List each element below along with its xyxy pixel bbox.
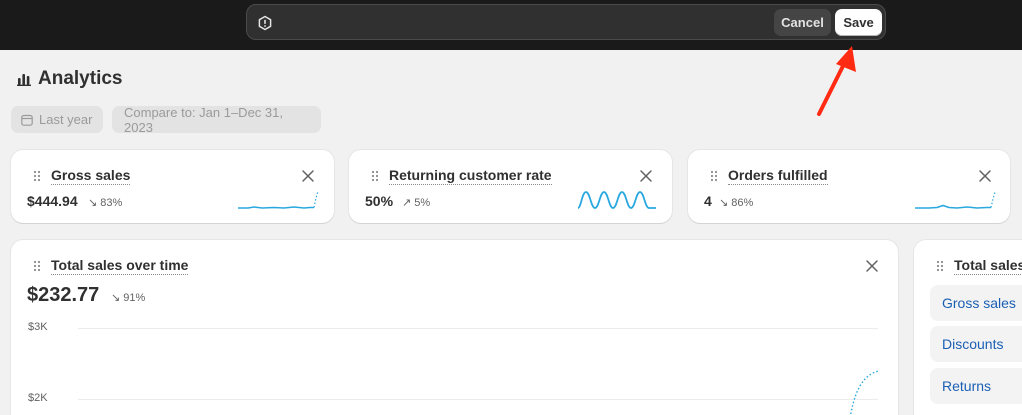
card-title[interactable]: Total sales over time: [51, 257, 189, 275]
breakdown-item-label: Gross sales: [942, 295, 1016, 311]
page-title: Analytics: [17, 68, 122, 90]
main-chart-value: $232.77: [27, 284, 100, 306]
metric-card-returning-customer-rate: Returning customer rate 50% ↗ 5%: [349, 150, 672, 223]
close-icon[interactable]: [639, 169, 653, 183]
drag-handle-icon[interactable]: [936, 260, 944, 272]
analytics-bar-icon: [17, 74, 31, 86]
breakdown-item-label: Discounts: [942, 336, 1004, 352]
cancel-button[interactable]: Cancel: [774, 9, 831, 36]
card-title[interactable]: Returning customer rate: [389, 167, 552, 185]
total-sales-breakdown-card: Total sales Gross sales Discounts Return…: [914, 240, 1022, 415]
card-value: 50%: [365, 193, 394, 209]
card-delta-value: 83%: [100, 197, 123, 209]
warning-icon: [258, 15, 272, 31]
card-delta: ↗ 5%: [402, 196, 430, 209]
compare-button[interactable]: Compare to: Jan 1–Dec 31, 2023: [112, 104, 321, 135]
close-icon[interactable]: [978, 169, 992, 183]
card-delta: ↘ 83%: [88, 196, 122, 209]
breakdown-item-label: Returns: [942, 378, 992, 394]
card-delta-value: 86%: [731, 197, 754, 209]
chart-series-line: [849, 370, 880, 415]
card-value: 4: [704, 193, 712, 209]
breakdown-item-gross-sales[interactable]: Gross sales: [930, 285, 1022, 321]
save-button[interactable]: Save: [835, 9, 882, 36]
date-range-label: Last year: [39, 112, 93, 127]
card-value: $444.94: [27, 193, 78, 209]
card-title[interactable]: Total sales: [954, 257, 1022, 275]
date-range-button[interactable]: Last year: [11, 106, 103, 133]
breakdown-item-discounts[interactable]: Discounts: [930, 326, 1022, 362]
drag-handle-icon[interactable]: [33, 170, 41, 182]
main-chart-delta-value: 91%: [123, 292, 146, 304]
metric-card-orders-fulfilled: Orders fulfilled 4 ↘ 86%: [688, 150, 1010, 223]
trend-down-icon: ↘: [111, 292, 121, 304]
close-icon[interactable]: [865, 259, 879, 273]
annotation-arrow-icon: [817, 46, 856, 116]
drag-handle-icon[interactable]: [371, 170, 379, 182]
main-chart-delta: ↘ 91%: [111, 291, 145, 304]
metric-card-gross-sales: Gross sales $444.94 ↘ 83%: [11, 150, 334, 223]
trend-up-icon: ↗: [402, 197, 412, 209]
breakdown-item-returns[interactable]: Returns: [930, 368, 1022, 404]
y-axis-tick-label: $3K: [28, 321, 48, 333]
sparkline-chart: [577, 191, 656, 209]
card-delta: ↘ 86%: [719, 196, 753, 209]
trend-down-icon: ↘: [719, 197, 729, 209]
gridline: [78, 328, 878, 329]
drag-handle-icon[interactable]: [33, 260, 41, 272]
trend-down-icon: ↘: [88, 197, 98, 209]
y-axis-tick-label: $2K: [28, 392, 48, 404]
compare-label: Compare to: Jan 1–Dec 31, 2023: [124, 104, 283, 135]
drag-handle-icon[interactable]: [710, 170, 718, 182]
close-icon[interactable]: [301, 169, 315, 183]
card-delta-value: 5%: [414, 197, 431, 209]
page-title-text: Analytics: [38, 68, 123, 89]
calendar-icon: [21, 114, 33, 126]
sparkline-chart: [238, 190, 319, 209]
contextual-save-bar: Cancel Save: [246, 4, 886, 40]
sparkline-chart: [915, 191, 996, 209]
gridline: [78, 399, 878, 400]
card-title[interactable]: Orders fulfilled: [728, 167, 828, 185]
card-title[interactable]: Gross sales: [51, 167, 131, 185]
total-sales-over-time-card: Total sales over time $232.77 ↘ 91% $3K …: [11, 240, 898, 415]
